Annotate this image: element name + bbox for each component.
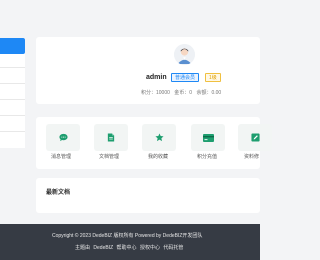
coins-stat: 金币：0 (174, 90, 193, 96)
footer (0, 224, 260, 260)
action-tile[interactable] (94, 124, 128, 151)
sidebar-item[interactable] (0, 54, 25, 68)
action-label: 资料修 (244, 154, 260, 160)
message-icon (58, 129, 68, 147)
sidebar-item-active[interactable] (0, 38, 25, 54)
footer-link-dedebiz[interactable]: DedeBIZ (93, 245, 113, 251)
sidebar-item[interactable] (0, 102, 25, 116)
action-label: 积分充值 (197, 154, 218, 160)
user-stats: 积分：10000 金币：0 余额：0.00 (141, 90, 224, 97)
action-tile[interactable] (191, 124, 225, 151)
footer-link-help[interactable]: 帮助中心 (117, 245, 137, 251)
footer-copyright: Copyright © 2023 DedeBIZ 版权所有 Powered by… (52, 233, 203, 239)
sidebar-item[interactable] (0, 70, 25, 84)
username: admin (146, 74, 167, 81)
card-icon (202, 129, 214, 147)
sidebar-item[interactable] (0, 86, 25, 100)
action-tile[interactable] (238, 124, 272, 151)
edit-icon (250, 129, 260, 147)
sidebar-item[interactable] (0, 118, 25, 132)
quick-action-profile-edit[interactable]: 资料修 (238, 124, 274, 160)
user-avatar-icon[interactable] (174, 44, 195, 65)
footer-text: 主题由 (75, 245, 91, 251)
balance-stat: 余额：0.00 (196, 90, 222, 96)
footer-link-code[interactable]: 代码托管 (163, 245, 183, 251)
action-label: 消息管理 (51, 154, 72, 160)
action-label: 文档管理 (99, 154, 120, 160)
member-badge: 普通会员 (171, 73, 200, 82)
action-tile[interactable] (142, 124, 176, 151)
quick-action-messages[interactable]: 消息管理 (46, 124, 82, 160)
action-label: 我的收藏 (148, 154, 169, 160)
quick-action-documents[interactable]: 文档管理 (94, 124, 130, 160)
sidebar-menu (0, 38, 25, 148)
quick-action-recharge[interactable]: 积分充值 (191, 124, 227, 160)
star-icon (154, 129, 164, 147)
action-tile[interactable] (46, 124, 80, 151)
latest-docs-title: 最新文档 (46, 190, 71, 196)
footer-link-license[interactable]: 授权中心 (140, 245, 160, 251)
level-badge: 1级 (205, 73, 221, 82)
footer-links: 主题由 DedeBIZ 帮助中心 授权中心 代码托管 (75, 245, 185, 252)
quick-action-favorites[interactable]: 我的收藏 (142, 124, 178, 160)
document-icon (107, 129, 115, 147)
points-stat: 积分：10000 (141, 90, 170, 96)
